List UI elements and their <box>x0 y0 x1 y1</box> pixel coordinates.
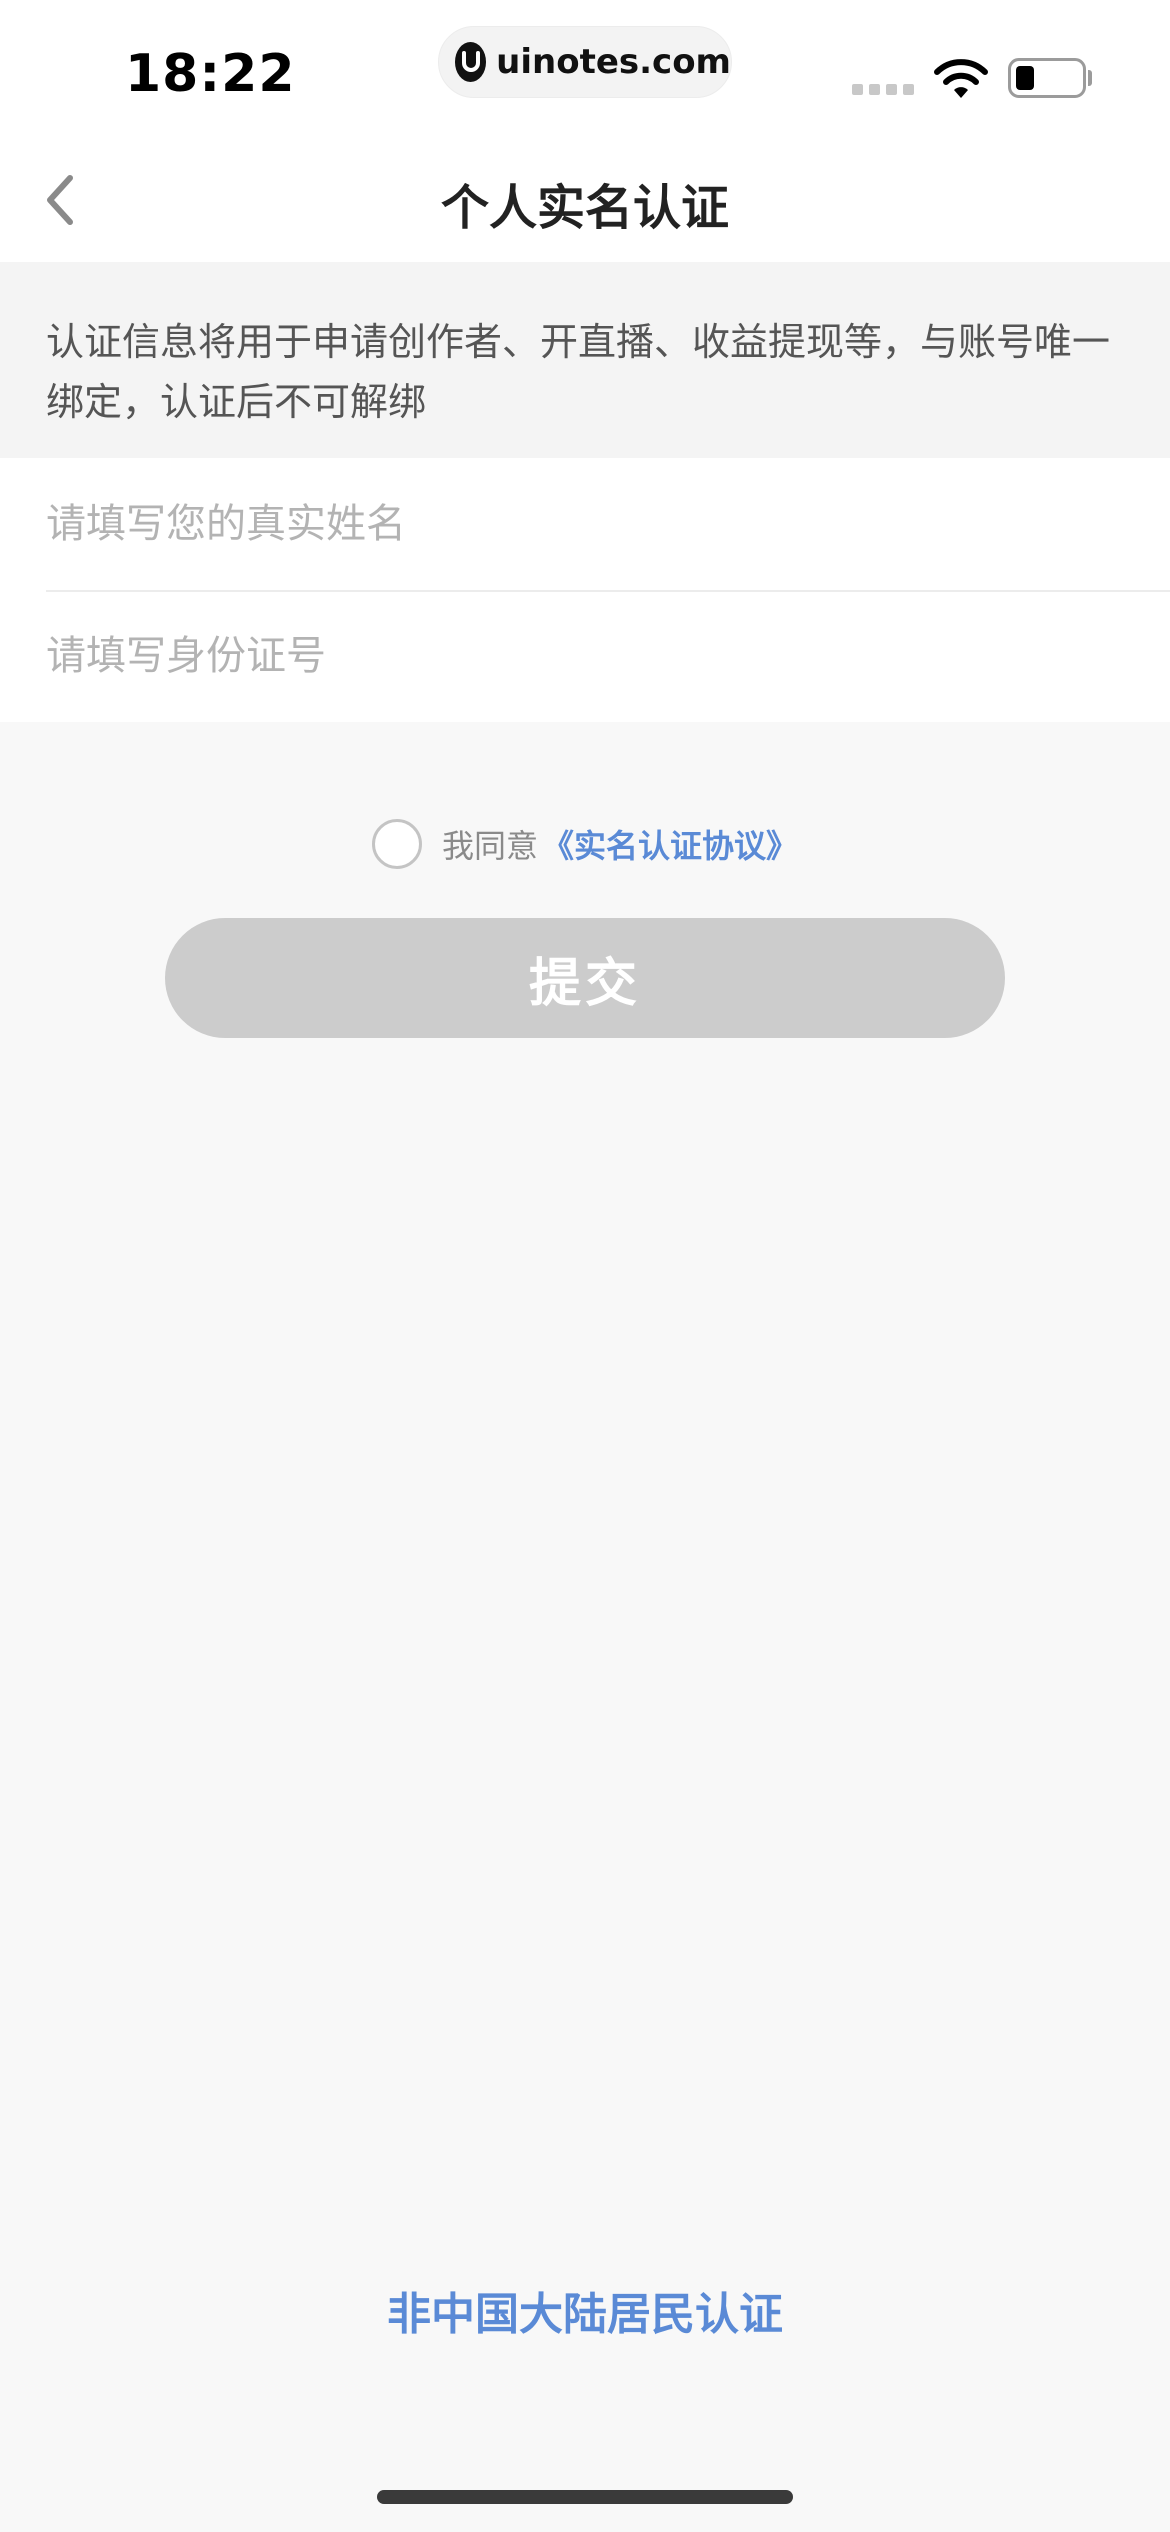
battery-cap <box>1088 70 1092 86</box>
non-mainland-resident-link[interactable]: 非中国大陆居民认证 <box>0 2278 1170 2342</box>
name-row <box>0 458 1170 592</box>
navigation-bar: 个人实名认证 <box>0 140 1170 262</box>
agreement-link[interactable]: 《实名认证协议》 <box>542 821 798 867</box>
submit-label: 提交 <box>528 954 641 1013</box>
submit-button[interactable]: 提交 <box>165 918 1005 1038</box>
agree-checkbox[interactable] <box>371 819 422 869</box>
verification-notice: 认证信息将用于申请创作者、开直播、收益提现等，与账号唯一绑定，认证后不可解绑 <box>0 262 1170 458</box>
id-row <box>0 590 1170 722</box>
real-name-input[interactable] <box>46 458 1126 590</box>
agree-prefix: 我同意 <box>441 827 538 865</box>
page-title: 个人实名认证 <box>440 180 729 236</box>
cellular-signal-icon <box>852 84 914 95</box>
notice-text: 认证信息将用于申请创作者、开直播、收益提现等，与账号唯一绑定，认证后不可解绑 <box>46 320 1111 424</box>
url-text: uinotes.com <box>496 42 731 82</box>
wifi-icon <box>933 56 989 104</box>
agreement-row: 我同意 《实名认证协议》 <box>0 812 1170 876</box>
battery-icon <box>1008 58 1086 98</box>
home-indicator[interactable] <box>377 2490 793 2504</box>
real-name-verification-screen: 18:22 uinotes.com 个人实名认证 认证信息将用于申请创作者、开直… <box>0 0 1170 2532</box>
id-number-input[interactable] <box>46 590 1126 722</box>
url-pill[interactable]: uinotes.com <box>438 26 732 98</box>
status-bar: 18:22 uinotes.com <box>0 0 1170 140</box>
verification-form <box>0 458 1170 722</box>
battery-fill <box>1016 66 1034 90</box>
site-logo-icon <box>455 42 487 82</box>
status-time: 18:22 <box>125 44 296 104</box>
